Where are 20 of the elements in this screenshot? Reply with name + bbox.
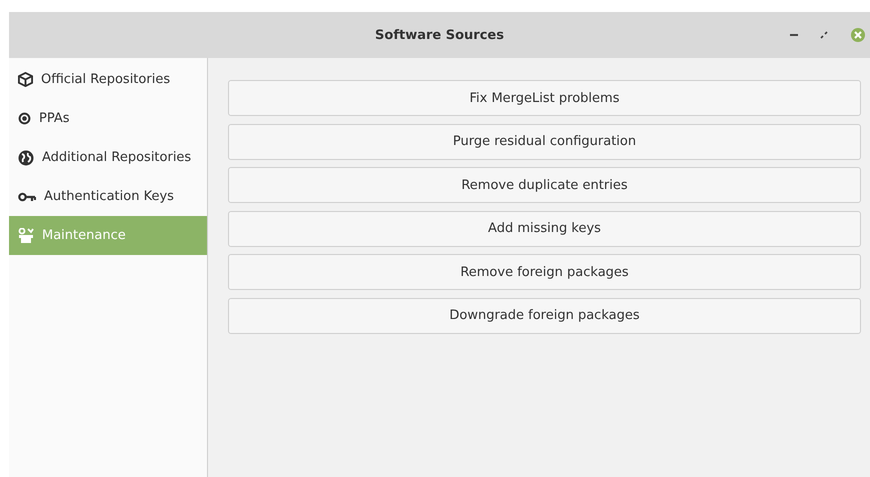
window-title: Software Sources [375,28,504,42]
sidebar-item-label: Additional Repositories [42,150,192,165]
sidebar-item[interactable]: Official Repositories [9,60,207,99]
sidebar-item[interactable]: PPAs [9,99,207,138]
sidebar-item-label: Authentication Keys [44,189,174,204]
sidebar-item[interactable]: Authentication Keys [9,177,207,216]
minimize-icon[interactable] [790,34,798,36]
maintenance-button[interactable]: Remove foreign packages [228,254,861,290]
maintenance-button[interactable]: Downgrade foreign packages [228,298,861,334]
maintenance-button[interactable]: Purge residual configuration [228,124,861,160]
sidebar-item[interactable]: Additional Repositories [9,138,207,177]
sidebar-item-label: PPAs [39,111,70,126]
sidebar-item-label: Official Repositories [41,72,170,87]
maintenance-button[interactable]: Add missing keys [228,210,861,247]
target-icon [18,112,31,125]
key-icon [18,192,36,202]
sidebar-item-label: Maintenance [42,228,126,243]
maintenance-button[interactable]: Fix MergeList problems [228,80,861,116]
maintenance-button[interactable]: Remove duplicate entries [228,167,861,204]
package-icon [18,72,33,87]
